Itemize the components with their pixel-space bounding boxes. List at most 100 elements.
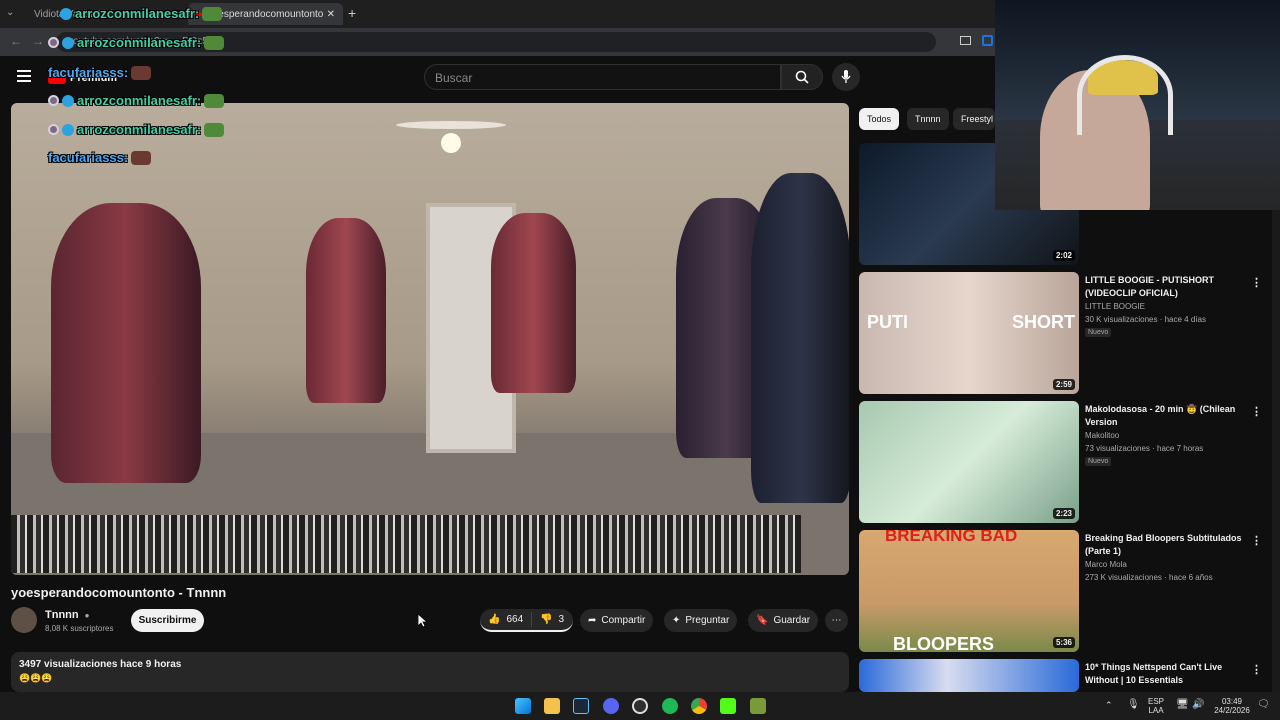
recommended-title[interactable]: Makolodasosa - 20 min 🤠 (Chilean Version (1085, 403, 1245, 429)
recommended-channel[interactable]: Marco Mola (1085, 560, 1127, 569)
ask-button[interactable]: ✦ Preguntar (664, 609, 738, 632)
kebab-menu-icon[interactable]: ⋮ (1251, 276, 1262, 289)
video-thumbnail[interactable]: 2:23 (859, 401, 1079, 523)
face-emote-icon (131, 150, 152, 165)
verified-icon: ● (84, 611, 90, 620)
like-dislike-group: 👍 664 👎 3 (480, 609, 573, 632)
webcam-overlay (995, 0, 1280, 210)
description-box[interactable] (11, 652, 849, 692)
thumb-text: PUTI (867, 312, 909, 332)
duration-badge: 2:23 (1052, 508, 1075, 519)
recommended-channel[interactable]: Makolitoo (1085, 431, 1119, 440)
sparkle-icon: ✦ (672, 615, 681, 626)
tray-chevron-icon[interactable]: ⌃ (1105, 700, 1113, 711)
menu-icon[interactable] (17, 70, 31, 82)
subscribe-button[interactable]: Suscribirme (131, 609, 204, 632)
kebab-menu-icon[interactable]: ⋮ (1251, 534, 1262, 547)
input-language[interactable]: ESP LAA (1148, 697, 1164, 715)
recommended-title[interactable]: Breaking Bad Bloopers Subtitulados (Part… (1085, 532, 1245, 558)
recommended-item[interactable]: BREAKING BAD BLOOPERS 5:36 Breaking Bad … (859, 530, 1271, 652)
chat-username: arrozconmilanesafr: (77, 93, 202, 108)
recommended-item[interactable]: PUTI SHORT 2:59 LITTLE BOOGIE - PUTISHOR… (859, 272, 1271, 394)
clock-time: 03:49 (1221, 697, 1243, 706)
network-icon[interactable]: 🖥 (1176, 699, 1189, 710)
like-button[interactable]: 👍 664 (480, 612, 532, 627)
chip-channel[interactable]: Tnnnn (907, 108, 949, 130)
dislike-button[interactable]: 👎 3 (532, 614, 572, 625)
extension-icon[interactable] (982, 35, 993, 46)
video-player[interactable] (11, 103, 849, 575)
spotify-icon[interactable] (662, 698, 678, 714)
tray-microphone-icon[interactable]: 🎙 (1127, 699, 1140, 710)
search-input[interactable]: Buscar (424, 64, 781, 90)
chat-message: arrozconmilanesafr: (48, 93, 225, 108)
steam-icon[interactable] (573, 698, 589, 714)
subscriber-count: 8,08 K suscriptores (45, 624, 114, 633)
chat-message: arrozconmilanesafr: (60, 6, 223, 21)
chrome-icon[interactable] (691, 698, 707, 714)
chat-username: arrozconmilanesafr: (75, 6, 200, 21)
voice-search-button[interactable] (832, 63, 860, 91)
recommended-channel[interactable]: LITTLE BOOGIE (1085, 302, 1145, 311)
badge-icon (62, 36, 74, 49)
recommended-title[interactable]: 10* Things Nettspend Can't Live Without … (1085, 661, 1245, 687)
channel-name[interactable]: Tnnnn ● (45, 609, 90, 621)
video-thumbnail[interactable] (859, 659, 1079, 692)
more-icon: ⋯ (831, 615, 842, 626)
thumbs-down-icon: 👎 (540, 614, 553, 625)
obs-icon[interactable] (632, 698, 648, 714)
chip-freestyle[interactable]: Freestyl (953, 108, 995, 130)
chat-message: facufariasss: (48, 65, 152, 80)
back-icon[interactable]: ← (10, 34, 22, 48)
recommended-item[interactable]: 10* Things Nettspend Can't Live Without … (859, 659, 1271, 692)
share-icon: ➦ (588, 615, 597, 626)
video-caption-overlay (11, 515, 801, 573)
duration-badge: 2:02 (1052, 250, 1075, 261)
recommended-stats: 273 K visualizaciones · hace 6 años (1085, 573, 1213, 582)
language-line1: ESP (1148, 697, 1165, 706)
video-title: yoesperandocomountonto - Tnnnn (11, 585, 227, 600)
notification-icon[interactable]: 🗨 (1257, 699, 1270, 710)
tab-list-icon[interactable]: ⌄ (6, 7, 14, 18)
search-icon (795, 70, 809, 84)
frog-emote-icon (204, 122, 225, 137)
ring-badge-icon (48, 37, 59, 48)
discord-icon[interactable] (603, 698, 619, 714)
recommended-item[interactable]: 2:23 Makolodasosa - 20 min 🤠 (Chilean Ve… (859, 401, 1271, 523)
recommended-stats: 73 visualizaciones · hace 7 horas (1085, 444, 1204, 453)
kebab-menu-icon[interactable]: ⋮ (1251, 405, 1262, 418)
language-line2: LAA (1148, 706, 1164, 715)
share-button[interactable]: ➦ Compartir (580, 609, 654, 632)
chip-todos[interactable]: Todos (859, 108, 900, 130)
tab-label: yoesperandocomountonto (207, 8, 324, 20)
mouse-cursor-icon (418, 614, 427, 628)
forward-icon[interactable]: → (32, 34, 44, 48)
bookmark-icon: 🔖 (756, 615, 769, 626)
chat-username: facufariasss: (48, 65, 129, 80)
chat-username: facufariasss: (48, 150, 129, 165)
kick-icon[interactable] (720, 698, 736, 714)
recommended-title[interactable]: LITTLE BOOGIE - PUTISHORT (VIDEOCLIP OFI… (1085, 274, 1245, 300)
video-thumbnail[interactable]: PUTI SHORT 2:59 (859, 272, 1079, 394)
like-count: 664 (506, 614, 524, 625)
dislike-count: 3 (558, 614, 565, 625)
video-thumbnail[interactable]: BREAKING BAD BLOOPERS 5:36 (859, 530, 1079, 652)
page-scrollbar[interactable] (1272, 210, 1280, 692)
kebab-menu-icon[interactable]: ⋮ (1251, 663, 1262, 676)
windows-start-icon[interactable] (515, 698, 531, 714)
minecraft-icon[interactable] (750, 698, 766, 714)
save-button[interactable]: 🔖 Guardar (748, 609, 819, 632)
thumbs-up-icon: 👍 (488, 614, 501, 625)
close-tab-icon[interactable]: ✕ (327, 9, 335, 20)
chat-message: arrozconmilanesafr: (48, 122, 225, 137)
volume-icon[interactable]: 🔊 (1192, 699, 1204, 710)
install-icon[interactable] (960, 36, 971, 45)
search-button[interactable] (781, 64, 823, 90)
clock[interactable]: 03:49 24/2/2026 (1212, 697, 1252, 715)
channel-avatar[interactable] (11, 607, 37, 633)
more-actions-button[interactable]: ⋯ (825, 609, 848, 632)
description-text: 😩😩😩 (19, 673, 53, 683)
new-tab-icon[interactable]: + (348, 5, 356, 21)
file-explorer-icon[interactable] (544, 698, 560, 714)
robed-figure (306, 218, 386, 403)
